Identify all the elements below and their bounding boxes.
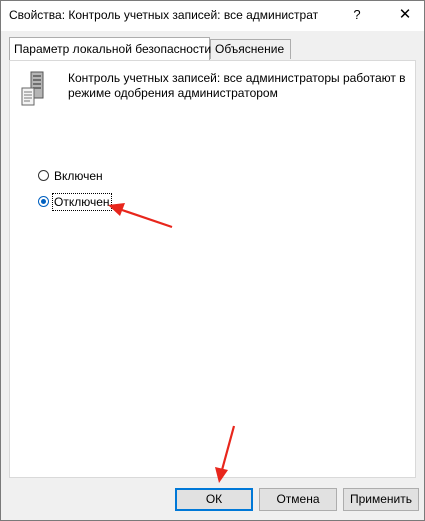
title-bar[interactable]: Свойства: Контроль учетных записей: все … bbox=[1, 1, 424, 31]
close-button[interactable]: ✕ bbox=[386, 1, 424, 31]
tab-local-security-setting[interactable]: Параметр локальной безопасности bbox=[9, 37, 211, 60]
radio-disabled[interactable] bbox=[38, 196, 49, 207]
ok-button[interactable]: ОК bbox=[175, 488, 253, 511]
option-disabled-label[interactable]: Отключен bbox=[52, 193, 112, 211]
window-title: Свойства: Контроль учетных записей: все … bbox=[9, 8, 319, 22]
option-enabled-label[interactable]: Включен bbox=[53, 168, 104, 184]
radio-enabled[interactable] bbox=[38, 170, 49, 181]
tab-panel: Контроль учетных записей: все администра… bbox=[9, 60, 416, 478]
server-icon bbox=[21, 71, 44, 106]
tab-explain[interactable]: Объяснение bbox=[210, 39, 291, 59]
apply-button[interactable]: Применить bbox=[343, 488, 419, 511]
cancel-button[interactable]: Отмена bbox=[259, 488, 337, 511]
policy-description: Контроль учетных записей: все администра… bbox=[68, 71, 406, 100]
properties-dialog: Свойства: Контроль учетных записей: все … bbox=[0, 0, 425, 521]
radio-selected-dot bbox=[41, 199, 46, 204]
help-button[interactable]: ? bbox=[339, 1, 375, 31]
close-icon: ✕ bbox=[398, 6, 412, 23]
